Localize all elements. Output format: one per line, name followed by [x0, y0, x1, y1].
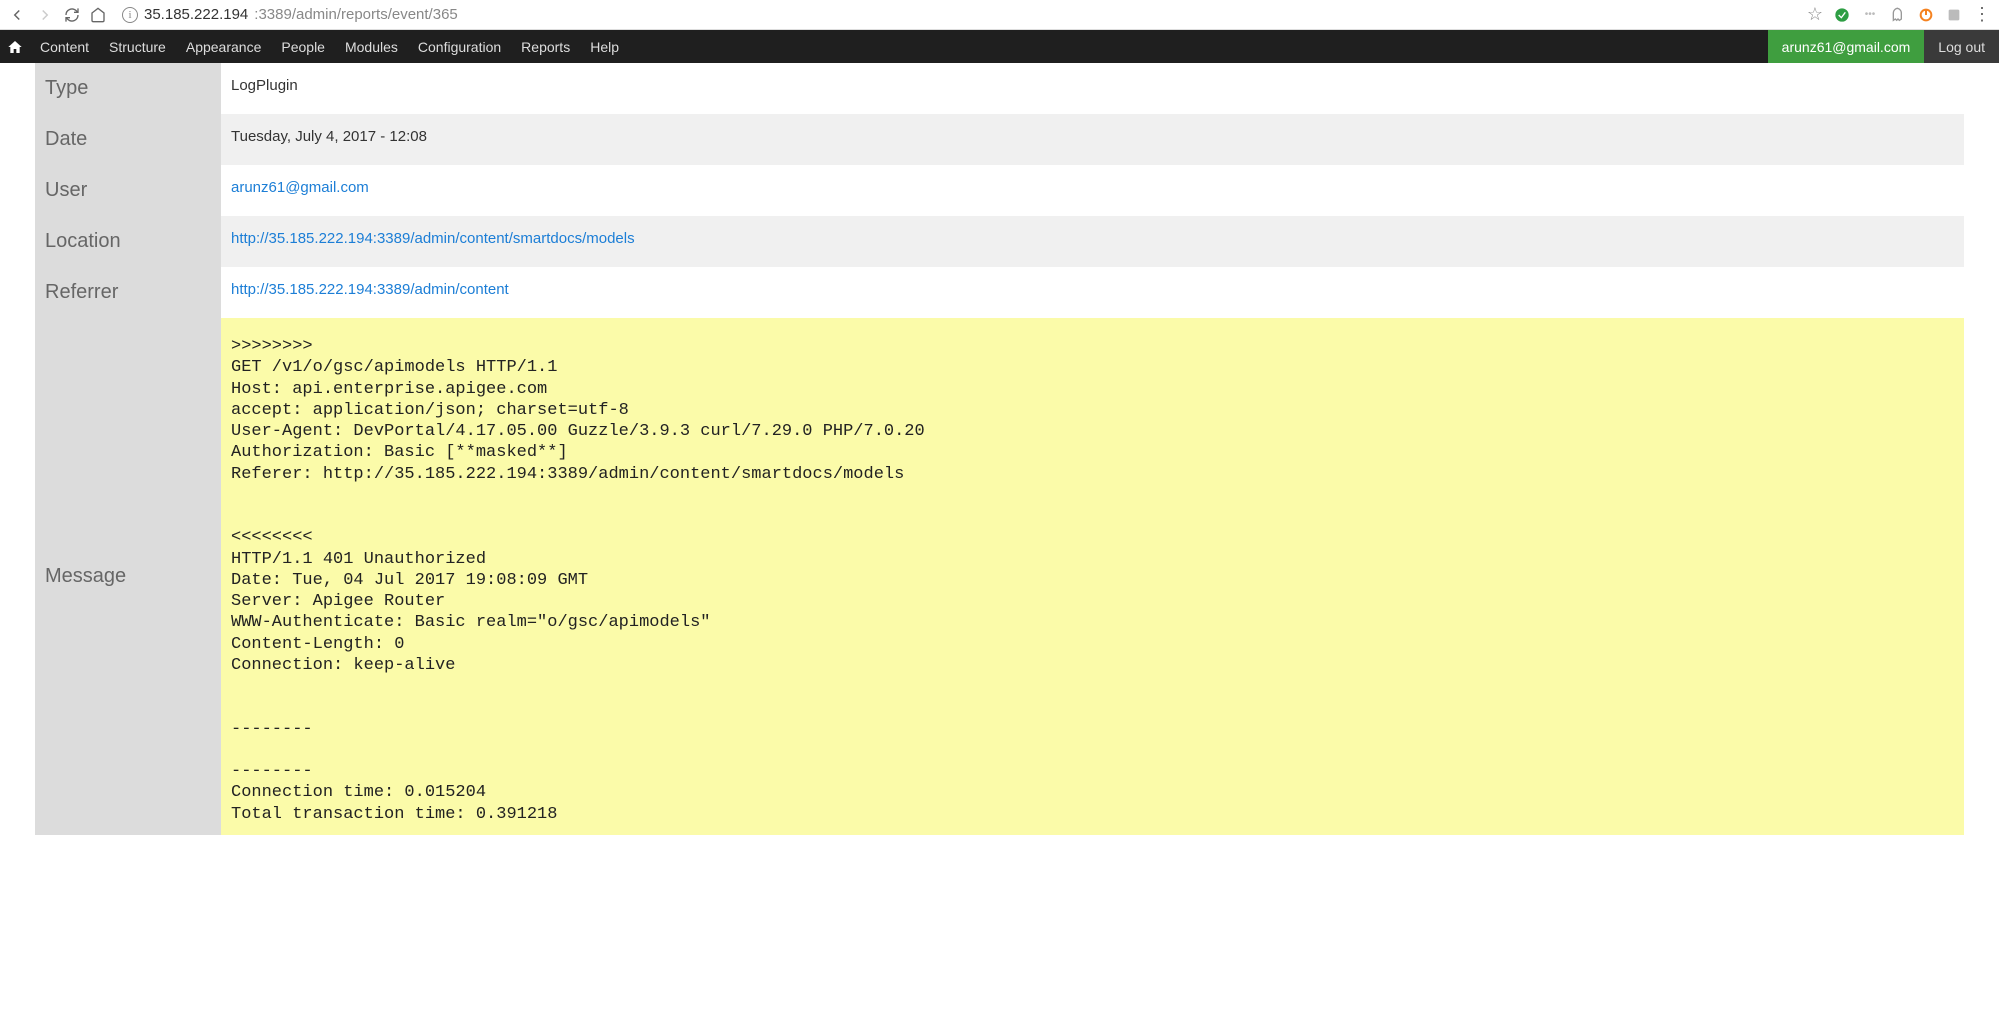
admin-menu: Content Structure Appearance People Modu…: [30, 30, 629, 63]
admin-home-link[interactable]: [0, 30, 30, 63]
admin-menu-content[interactable]: Content: [30, 30, 99, 63]
value-message-cell: >>>>>>>> GET /v1/o/gsc/apimodels HTTP/1.…: [221, 318, 1964, 835]
extension-circle-icon[interactable]: [1917, 6, 1935, 24]
label-date: Date: [35, 114, 221, 165]
browser-chrome: i 35.185.222.194 :3389/admin/reports/even…: [0, 0, 1999, 30]
referrer-link[interactable]: http://35.185.222.194:3389/admin/content: [231, 281, 509, 298]
label-type: Type: [35, 63, 221, 114]
chrome-right: ☆ ••• ⋮: [1807, 4, 1991, 25]
admin-menu-structure[interactable]: Structure: [99, 30, 176, 63]
url-path: :3389/admin/reports/event/365: [254, 6, 457, 23]
value-location: http://35.185.222.194:3389/admin/content…: [221, 216, 1964, 267]
admin-logout-link[interactable]: Log out: [1924, 30, 1999, 63]
home-button[interactable]: [90, 7, 106, 23]
admin-menu-configuration[interactable]: Configuration: [408, 30, 511, 63]
admin-user-link[interactable]: arunz61@gmail.com: [1768, 30, 1925, 63]
value-type: LogPlugin: [221, 63, 1964, 114]
nav-buttons: [8, 6, 106, 24]
site-info-icon[interactable]: i: [122, 7, 138, 23]
message-body: >>>>>>>> GET /v1/o/gsc/apimodels HTTP/1.…: [221, 318, 1964, 835]
detail-table: Type LogPlugin Date Tuesday, July 4, 201…: [35, 63, 1964, 835]
value-user: arunz61@gmail.com: [221, 165, 1964, 216]
label-referrer: Referrer: [35, 267, 221, 318]
admin-menu-modules[interactable]: Modules: [335, 30, 408, 63]
reload-button[interactable]: [64, 7, 80, 23]
extension-ghost-icon[interactable]: [1889, 6, 1907, 24]
url-host: 35.185.222.194: [144, 6, 248, 23]
label-location: Location: [35, 216, 221, 267]
user-link[interactable]: arunz61@gmail.com: [231, 179, 369, 196]
admin-menu-reports[interactable]: Reports: [511, 30, 580, 63]
value-referrer: http://35.185.222.194:3389/admin/content: [221, 267, 1964, 318]
extension-square-icon[interactable]: [1945, 6, 1963, 24]
report-detail: Type LogPlugin Date Tuesday, July 4, 201…: [0, 63, 1999, 875]
label-user: User: [35, 165, 221, 216]
admin-toolbar: Content Structure Appearance People Modu…: [0, 30, 1999, 63]
admin-menu-appearance[interactable]: Appearance: [176, 30, 272, 63]
admin-menu-people[interactable]: People: [271, 30, 335, 63]
extension-check-icon[interactable]: [1833, 6, 1851, 24]
bookmark-star-icon[interactable]: ☆: [1807, 4, 1823, 25]
label-message: Message: [35, 318, 221, 835]
value-date: Tuesday, July 4, 2017 - 12:08: [221, 114, 1964, 165]
address-bar[interactable]: i 35.185.222.194 :3389/admin/reports/even…: [114, 3, 1799, 27]
browser-menu-icon[interactable]: ⋮: [1973, 6, 1991, 24]
back-button[interactable]: [8, 6, 26, 24]
location-link[interactable]: http://35.185.222.194:3389/admin/content…: [231, 230, 635, 247]
forward-button[interactable]: [36, 6, 54, 24]
extension-dots-icon[interactable]: •••: [1861, 6, 1879, 24]
admin-menu-help[interactable]: Help: [580, 30, 629, 63]
